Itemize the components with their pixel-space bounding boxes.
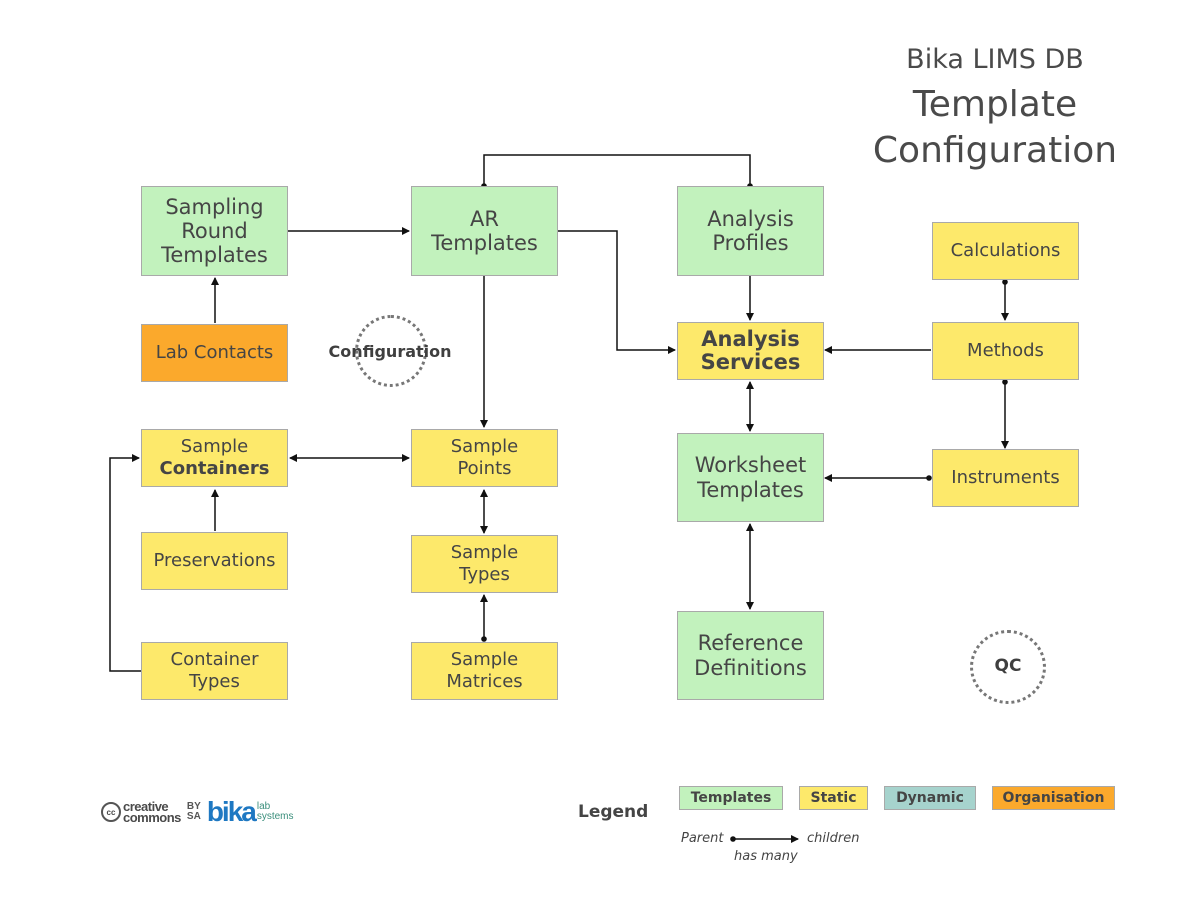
node-label: Round	[181, 218, 248, 243]
node-methods[interactable]: Methods	[932, 322, 1079, 380]
legend-static: Static	[799, 786, 868, 810]
node-label: Templates	[431, 231, 538, 255]
node-label: Definitions	[694, 655, 807, 680]
legend-children-label: children	[807, 831, 860, 846]
license-logos: cc creative commons BY SA bika lab systems	[101, 796, 294, 828]
legend-templates: Templates	[679, 786, 783, 810]
legend-has-many-label: has many	[734, 849, 798, 864]
legend-parent-label: Parent	[681, 831, 724, 846]
node-label: Sample	[450, 648, 519, 670]
node-label: Sample	[450, 541, 519, 563]
node-container-types[interactable]: Container Types	[141, 642, 288, 700]
node-analysis-profiles[interactable]: Analysis Profiles	[677, 186, 824, 276]
node-label: Worksheet	[694, 453, 807, 478]
node-reference-definitions[interactable]: Reference Definitions	[677, 611, 824, 700]
node-sampling-round-templates[interactable]: Sampling Round Templates	[141, 186, 288, 276]
node-label: Matrices	[446, 671, 523, 692]
sa-text: SA	[186, 811, 201, 822]
node-lab-contacts[interactable]: Lab Contacts	[141, 324, 288, 382]
node-label: Sample	[450, 435, 519, 457]
bika-sub-text: systems	[256, 811, 294, 822]
node-calculations[interactable]: Calculations	[932, 222, 1079, 280]
node-label: Analysis	[701, 326, 800, 351]
node-analysis-services[interactable]: Analysis Services	[677, 322, 824, 380]
node-label: Preservations	[153, 549, 276, 571]
node-label: Types	[459, 564, 510, 585]
node-label: Templates	[697, 477, 804, 502]
creative-commons-logo: cc creative commons BY SA	[101, 800, 201, 825]
node-label: Points	[457, 458, 512, 479]
node-label: Sample	[180, 435, 249, 457]
legend-dynamic: Dynamic	[884, 786, 976, 810]
node-sample-matrices[interactable]: Sample Matrices	[411, 642, 558, 700]
node-sample-containers[interactable]: Sample Containers	[141, 429, 288, 487]
node-label: Sampling	[165, 194, 264, 219]
node-label: Lab Contacts	[155, 341, 274, 363]
node-label: Types	[189, 671, 240, 692]
edge-ar-profiles	[481, 154, 753, 189]
bika-logo: bika	[206, 796, 257, 827]
node-label: Instruments	[951, 466, 1060, 488]
node-preservations[interactable]: Preservations	[141, 532, 288, 590]
node-ar-templates[interactable]: AR Templates	[411, 186, 558, 276]
node-label: Containers	[159, 458, 270, 479]
node-label: Services	[700, 350, 801, 374]
node-sample-points[interactable]: Sample Points	[411, 429, 558, 487]
qc-group-label: QC	[994, 656, 1022, 676]
node-label: Methods	[967, 339, 1044, 361]
node-label: Profiles	[712, 231, 789, 255]
configuration-group-label: Configuration	[328, 342, 452, 361]
node-worksheet-templates[interactable]: Worksheet Templates	[677, 433, 824, 522]
node-sample-types[interactable]: Sample Types	[411, 535, 558, 593]
node-instruments[interactable]: Instruments	[932, 449, 1079, 507]
node-label: Reference	[697, 631, 804, 656]
node-label: AR	[470, 206, 499, 231]
legend-title: Legend	[578, 802, 649, 822]
cc-text: commons	[123, 810, 181, 825]
edge-ar-services	[558, 230, 676, 354]
cc-icon: cc	[101, 802, 121, 822]
edge-containertypes-containers	[109, 454, 141, 672]
node-label: Templates	[161, 243, 268, 268]
node-label: Container	[170, 648, 259, 670]
node-label: Calculations	[950, 239, 1061, 261]
node-label: Analysis	[707, 206, 794, 231]
legend-organisation: Organisation	[992, 786, 1115, 810]
